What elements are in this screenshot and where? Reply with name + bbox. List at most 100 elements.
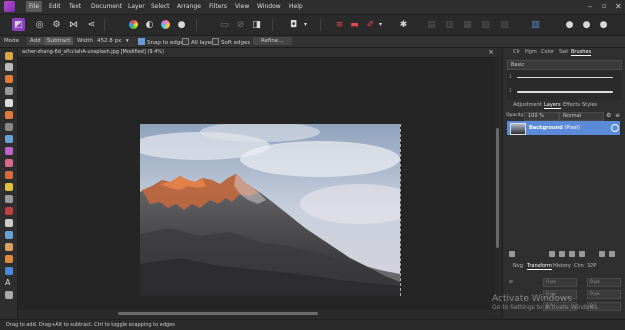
pen-tool-icon[interactable] <box>5 243 13 251</box>
persona-photo-icon[interactable]: ◩ <box>12 18 25 31</box>
help-icon[interactable]: ● <box>597 18 610 31</box>
move-tool-icon[interactable] <box>5 63 13 71</box>
opacity-field[interactable]: 100 % <box>524 112 559 121</box>
add-layer-icon[interactable] <box>579 251 585 257</box>
snap-to-edges-checkbox[interactable]: Snap to edges <box>138 38 186 46</box>
x-position-field[interactable]: 0 px <box>543 278 577 287</box>
menu-view[interactable]: View <box>235 3 249 10</box>
group-icon[interactable] <box>599 251 605 257</box>
persona-develop-icon[interactable]: ⚙ <box>50 18 63 31</box>
account-icon[interactable]: ● <box>563 18 576 31</box>
blur-brush-icon[interactable] <box>5 231 13 239</box>
settings-icon[interactable]: ● <box>580 18 593 31</box>
minimize-icon[interactable]: – <box>588 2 592 11</box>
width-field[interactable]: 0 px <box>587 278 621 287</box>
chevron-down-icon[interactable]: ▾ <box>299 18 312 31</box>
tab-nvg[interactable]: Nvg <box>513 263 523 269</box>
text-tool-icon[interactable]: A <box>5 279 13 287</box>
width-value[interactable]: 452.8 px <box>97 38 121 44</box>
crop-tool-icon[interactable] <box>5 87 13 95</box>
marquee-tool-icon[interactable] <box>5 123 13 131</box>
menu-filters[interactable]: Filters <box>209 3 227 10</box>
gradient-tool-icon[interactable] <box>5 147 13 155</box>
tab-history[interactable]: History <box>553 263 571 269</box>
view-tool-icon[interactable] <box>5 52 13 60</box>
anchor-icon[interactable]: ⊞ <box>509 280 513 285</box>
close-icon[interactable]: × <box>488 48 494 56</box>
canvas-photo[interactable] <box>140 124 401 296</box>
fx-icon[interactable] <box>569 251 575 257</box>
shape-tool-icon[interactable] <box>5 267 13 275</box>
dodge-brush-icon[interactable] <box>5 183 13 191</box>
visibility-icon[interactable] <box>611 124 619 132</box>
layer-stack-icon[interactable] <box>509 251 515 257</box>
assistant-icon[interactable]: ✱ <box>397 18 410 31</box>
color-picker-icon[interactable] <box>5 75 13 83</box>
lock-icon[interactable]: ⚙ <box>606 112 611 119</box>
maximize-icon[interactable]: ▫ <box>602 2 607 10</box>
persona-liquify-icon[interactable]: ◎ <box>33 18 46 31</box>
red-eye-icon[interactable] <box>5 207 13 215</box>
tab-swt[interactable]: Swt <box>559 49 568 55</box>
persona-tone-map-icon[interactable]: ⋈ <box>67 18 80 31</box>
arrange-icon[interactable]: ▨ <box>498 18 511 31</box>
zoom-tool-icon[interactable] <box>5 291 13 299</box>
tab-adjustment[interactable]: Adjustment <box>513 102 542 108</box>
quick-mask-icon[interactable]: ◨ <box>250 18 263 31</box>
menu-icon[interactable]: ≡ <box>615 112 620 119</box>
soft-proof-icon[interactable]: ▬ <box>348 18 361 31</box>
smudge-brush-icon[interactable] <box>5 219 13 227</box>
no-snapping-icon[interactable]: ⊘ <box>234 18 247 31</box>
refine-button[interactable]: Refine... <box>253 37 292 45</box>
studio-icon[interactable]: ▥ <box>529 18 542 31</box>
menu-window[interactable]: Window <box>257 3 281 10</box>
document-tab[interactable]: acher-zhang-6d_sPcclahA-unsplash.jpg [Mo… <box>18 48 496 58</box>
align-center-icon[interactable]: ▥ <box>443 18 456 31</box>
mask-icon[interactable] <box>549 251 555 257</box>
vertical-scroll-thumb[interactable] <box>496 128 499 248</box>
distribute-icon[interactable]: ▧ <box>479 18 492 31</box>
brush-stroke-preview[interactable] <box>517 91 613 93</box>
align-left-icon[interactable]: ▤ <box>425 18 438 31</box>
tab-transform[interactable]: Transform <box>527 263 552 270</box>
tab-hgm[interactable]: Hgm <box>525 49 537 55</box>
menu-select[interactable]: Select <box>151 3 170 10</box>
menu-arrange[interactable]: Arrange <box>177 3 201 10</box>
tab-clr[interactable]: Clr <box>513 49 520 55</box>
chevron-down-icon[interactable]: ▾ <box>374 18 387 31</box>
adjustment-icon[interactable] <box>559 251 565 257</box>
app-logo-icon[interactable] <box>4 1 15 12</box>
tab-32p[interactable]: 32P <box>587 263 596 269</box>
erase-brush-icon[interactable] <box>5 171 13 179</box>
trash-icon[interactable] <box>609 251 615 257</box>
chevron-down-icon[interactable]: ▾ <box>126 38 129 44</box>
persona-export-icon[interactable]: ⋖ <box>85 18 98 31</box>
horizontal-scrollbar[interactable] <box>18 310 495 317</box>
auto-contrast-icon[interactable]: ◐ <box>143 18 156 31</box>
align-right-icon[interactable]: ▦ <box>461 18 474 31</box>
add-mode-button[interactable]: Add <box>27 37 44 45</box>
blend-mode-dropdown[interactable]: Normal <box>559 112 604 121</box>
layer-row-background[interactable]: Background (Pixel) <box>507 121 620 135</box>
menu-help[interactable]: Help <box>289 3 303 10</box>
paint-brush-icon[interactable] <box>5 159 13 167</box>
soft-edges-checkbox[interactable]: Soft edges <box>212 38 250 46</box>
menu-layer[interactable]: Layer <box>128 3 145 10</box>
flood-select-icon[interactable] <box>5 111 13 119</box>
tab-brushes[interactable]: Brushes <box>571 49 592 56</box>
menu-edit[interactable]: Edit <box>49 3 61 10</box>
tab-color[interactable]: Color <box>541 49 554 55</box>
close-icon[interactable]: ✕ <box>615 2 622 11</box>
brush-stroke-preview[interactable] <box>517 77 613 79</box>
channels-icon[interactable]: ≡ <box>333 18 346 31</box>
fill-tool-icon[interactable] <box>5 135 13 143</box>
brush-category-dropdown[interactable]: Basic <box>507 60 622 70</box>
auto-levels-icon[interactable] <box>127 18 140 31</box>
menu-document[interactable]: Document <box>91 3 122 10</box>
menu-file[interactable]: File <box>26 1 43 12</box>
tab-chn[interactable]: Chn <box>574 263 584 269</box>
horizontal-scroll-thumb[interactable] <box>118 312 318 315</box>
selection-brush-icon[interactable] <box>5 99 13 107</box>
brush-list[interactable]: 1 1 <box>507 70 621 100</box>
clone-brush-icon[interactable] <box>5 195 13 203</box>
